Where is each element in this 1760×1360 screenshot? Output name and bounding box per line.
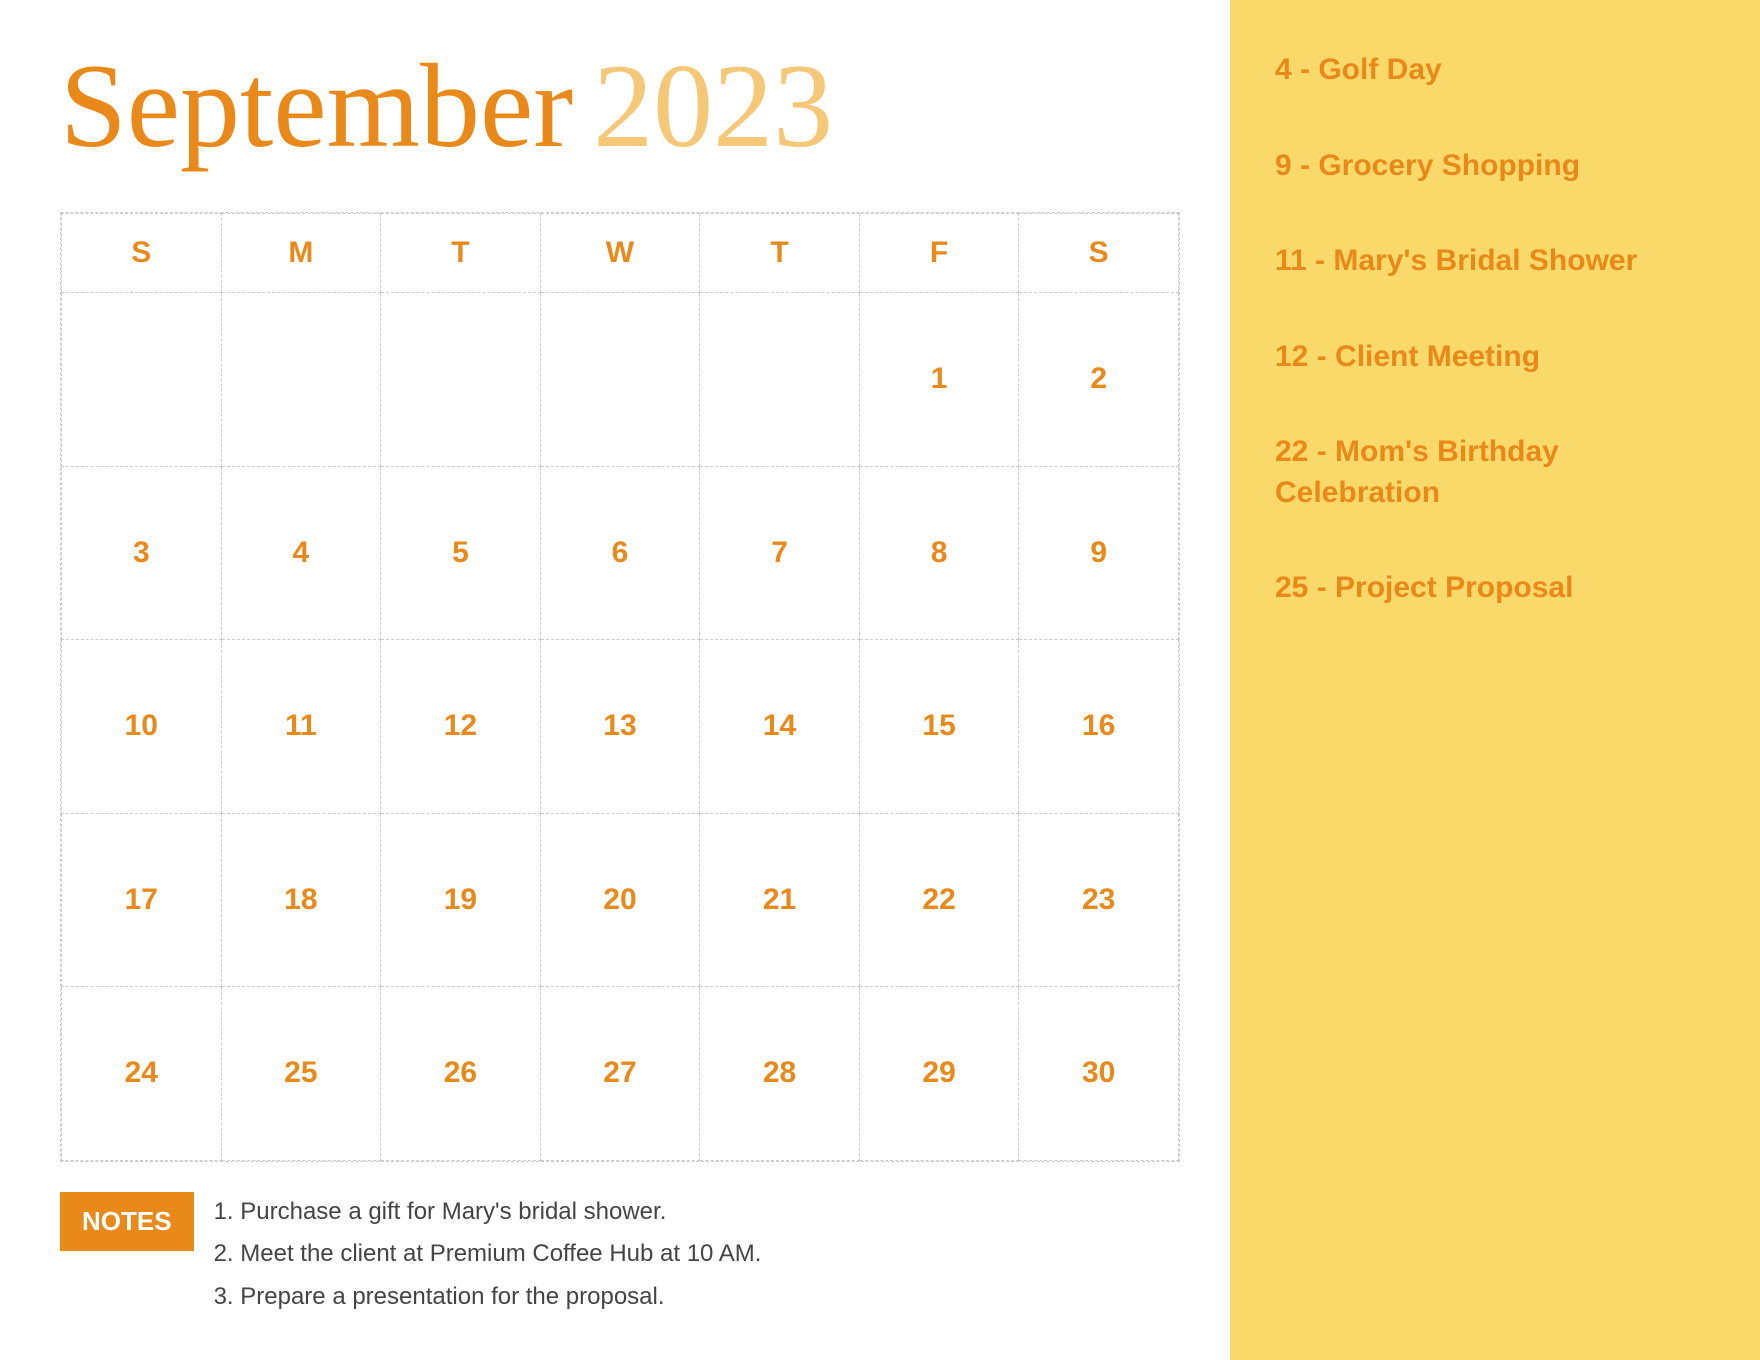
calendar-day-cell: 18 (221, 813, 381, 987)
notes-label: NOTES (60, 1192, 194, 1251)
calendar-table: SMTWTFS 12345678910111213141516171819202… (61, 213, 1179, 1161)
calendar-day-cell: 9 (1019, 466, 1179, 640)
calendar-day-cell: 7 (700, 466, 860, 640)
calendar-day-cell: 30 (1019, 987, 1179, 1161)
calendar-day-cell: 4 (221, 466, 381, 640)
calendar-day-cell: 23 (1019, 813, 1179, 987)
calendar-day-cell: 14 (700, 640, 860, 814)
sidebar-event-item: 12 - Client Meeting (1275, 337, 1715, 378)
month-label: September (60, 39, 573, 172)
page-title: September2023 (60, 40, 1180, 172)
calendar-day-cell: 3 (62, 466, 222, 640)
day-header: W (540, 214, 700, 293)
calendar-day-cell: 1 (859, 293, 1019, 467)
day-header: T (381, 214, 541, 293)
sidebar-event-item: 9 - Grocery Shopping (1275, 146, 1715, 187)
notes-list: 1. Purchase a gift for Mary's bridal sho… (214, 1192, 762, 1320)
day-header: T (700, 214, 860, 293)
calendar-day-cell: 15 (859, 640, 1019, 814)
calendar-day-cell: 27 (540, 987, 700, 1161)
calendar-day-cell: 28 (700, 987, 860, 1161)
calendar-day-cell: 19 (381, 813, 541, 987)
calendar-day-cell: 6 (540, 466, 700, 640)
sidebar-event-item: 25 - Project Proposal (1275, 568, 1715, 609)
calendar-day-cell: 24 (62, 987, 222, 1161)
calendar-day-cell: 21 (700, 813, 860, 987)
calendar-day-cell: 25 (221, 987, 381, 1161)
calendar: SMTWTFS 12345678910111213141516171819202… (60, 212, 1180, 1162)
calendar-day-cell: 5 (381, 466, 541, 640)
calendar-day-cell (700, 293, 860, 467)
calendar-day-cell: 12 (381, 640, 541, 814)
note-item: 3. Prepare a presentation for the propos… (214, 1277, 762, 1318)
calendar-day-cell: 29 (859, 987, 1019, 1161)
calendar-day-cell: 22 (859, 813, 1019, 987)
note-item: 1. Purchase a gift for Mary's bridal sho… (214, 1192, 762, 1233)
calendar-week-row: 17181920212223 (62, 813, 1179, 987)
sidebar: 4 - Golf Day 9 - Grocery Shopping 11 - Mar… (1230, 0, 1760, 1360)
sidebar-event-item: 4 - Golf Day (1275, 50, 1715, 91)
calendar-week-row: 3456789 (62, 466, 1179, 640)
calendar-day-cell (540, 293, 700, 467)
calendar-day-cell: 17 (62, 813, 222, 987)
calendar-day-cell (381, 293, 541, 467)
calendar-day-cell: 13 (540, 640, 700, 814)
sidebar-event-item: 22 - Mom's Birthday Celebration (1275, 432, 1715, 513)
calendar-day-cell (62, 293, 222, 467)
notes-section: NOTES 1. Purchase a gift for Mary's brid… (60, 1192, 1180, 1320)
calendar-week-row: 10111213141516 (62, 640, 1179, 814)
day-header: F (859, 214, 1019, 293)
calendar-day-cell: 2 (1019, 293, 1179, 467)
calendar-day-cell: 8 (859, 466, 1019, 640)
calendar-day-cell (221, 293, 381, 467)
calendar-day-cell: 16 (1019, 640, 1179, 814)
calendar-day-cell: 20 (540, 813, 700, 987)
calendar-header-row: SMTWTFS (62, 214, 1179, 293)
calendar-day-cell: 26 (381, 987, 541, 1161)
day-header: M (221, 214, 381, 293)
calendar-week-row: 24252627282930 (62, 987, 1179, 1161)
sidebar-event-item: 11 - Mary's Bridal Shower (1275, 241, 1715, 282)
calendar-week-row: 12 (62, 293, 1179, 467)
calendar-day-cell: 11 (221, 640, 381, 814)
calendar-day-cell: 10 (62, 640, 222, 814)
year-label: 2023 (593, 39, 833, 172)
day-header: S (62, 214, 222, 293)
main-content: September2023 SMTWTFS 123456789101112131… (0, 0, 1230, 1360)
day-header: S (1019, 214, 1179, 293)
note-item: 2. Meet the client at Premium Coffee Hub… (214, 1234, 762, 1275)
